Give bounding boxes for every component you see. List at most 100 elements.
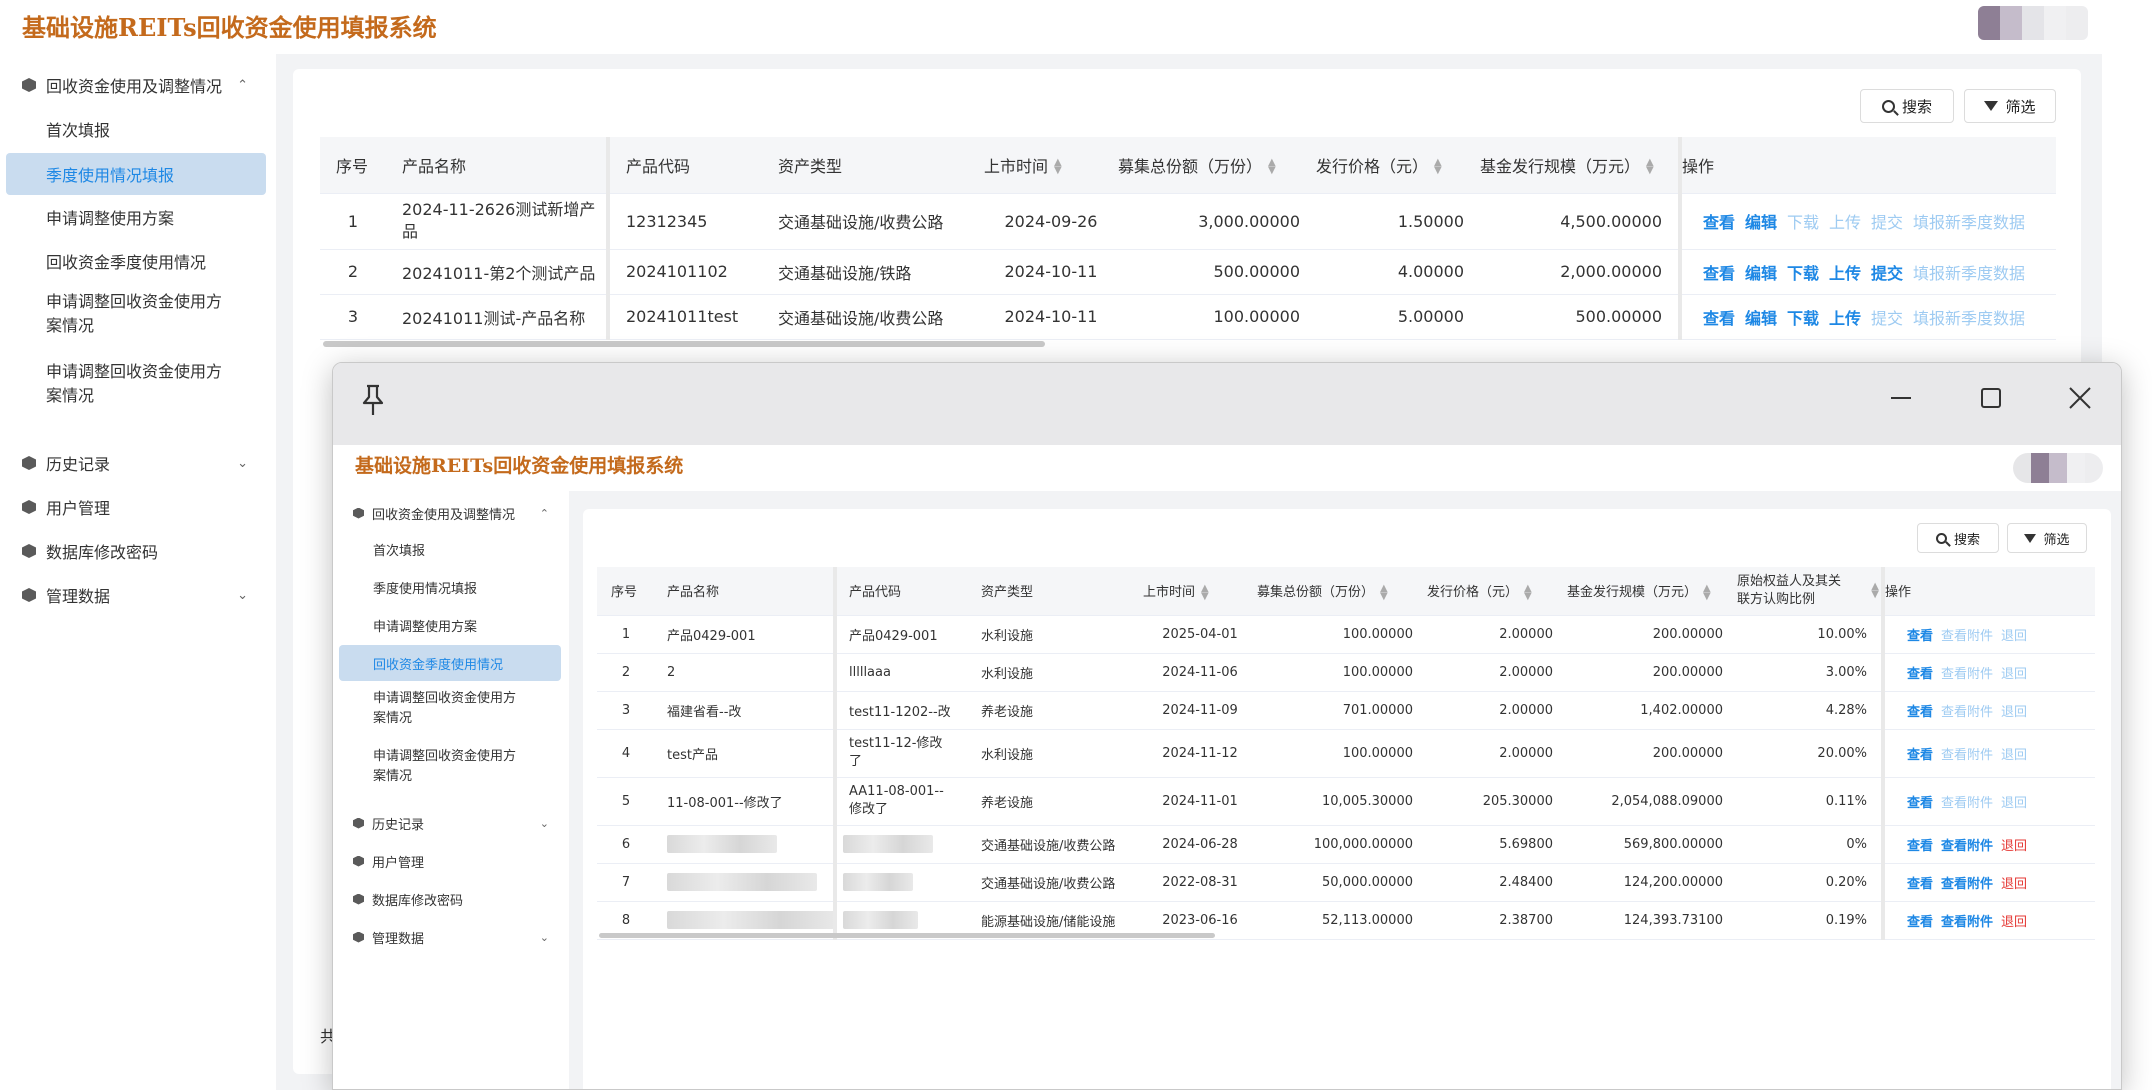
sidebar-item-quarterly-usage[interactable]: 回收资金季度使用情况 <box>46 240 206 282</box>
submit-link[interactable]: 提交 <box>1871 213 1903 232</box>
return-link[interactable]: 退回 <box>2001 796 2027 811</box>
download-link[interactable]: 下载 <box>1787 309 1819 328</box>
download-link[interactable]: 下载 <box>1787 264 1819 283</box>
sidebar-item-adjust-recovery-1[interactable]: 申请调整回收资金使用方 案情况 <box>373 689 516 729</box>
close-icon[interactable] <box>2067 385 2093 418</box>
edit-link[interactable]: 编辑 <box>1745 213 1777 232</box>
horizontal-scrollbar[interactable] <box>599 933 1215 938</box>
upload-link[interactable]: 上传 <box>1829 309 1861 328</box>
sidebar-group-recovery[interactable]: 回收资金使用及调整情况 ⌃ <box>22 64 248 106</box>
view-link[interactable]: 查看 <box>1907 748 1933 763</box>
sort-icon[interactable]: ▲ ▼ <box>1434 158 1442 176</box>
view-attachment-link[interactable]: 查看附件 <box>1941 667 1993 682</box>
minimize-icon[interactable] <box>1889 383 1913 420</box>
view-link[interactable]: 查看 <box>1907 877 1933 892</box>
edit-link[interactable]: 编辑 <box>1745 309 1777 328</box>
col-ratio[interactable]: 原始权益人及其关 联方认购比例 ▲ ▼ <box>1737 567 1883 616</box>
view-link[interactable]: 查看 <box>1907 629 1933 644</box>
sidebar-group-recovery[interactable]: 回收资金使用及调整情况 ⌃ <box>353 495 549 531</box>
filter-button[interactable]: 筛选 <box>2007 523 2087 553</box>
fill-quarter-link[interactable]: 填报新季度数据 <box>1913 309 2025 328</box>
sidebar-group-history[interactable]: 历史记录 ⌄ <box>353 805 549 841</box>
search-button[interactable]: 搜索 <box>1917 523 1999 553</box>
window-app-header: 基础设施REITs回收资金使用填报系统 <box>333 445 2121 491</box>
view-link[interactable]: 查看 <box>1703 309 1735 328</box>
return-link[interactable]: 退回 <box>2001 915 2027 930</box>
col-shares[interactable]: 募集总份额（万份） ▲ ▼ <box>1257 567 1427 616</box>
filter-button[interactable]: 筛选 <box>1964 89 2056 123</box>
col-date[interactable]: 上市时间 ▲ ▼ <box>1143 567 1257 616</box>
return-link[interactable]: 退回 <box>2001 667 2027 682</box>
sidebar-group-manage[interactable]: 管理数据 ⌄ <box>22 574 248 616</box>
sidebar-item-adjust-recovery-2[interactable]: 申请调整回收资金使用方 案情况 <box>46 360 222 408</box>
search-button[interactable]: 搜索 <box>1860 89 1954 123</box>
sidebar-group-manage[interactable]: 管理数据 ⌄ <box>353 919 549 955</box>
col-scale[interactable]: 基金发行规模（万元） ▲ ▼ <box>1480 137 1680 194</box>
view-link[interactable]: 查看 <box>1907 667 1933 682</box>
upload-link[interactable]: 上传 <box>1829 213 1861 232</box>
return-link[interactable]: 退回 <box>2001 629 2027 644</box>
view-link[interactable]: 查看 <box>1703 213 1735 232</box>
sort-icon[interactable]: ▲ ▼ <box>1054 158 1062 176</box>
return-link[interactable]: 退回 <box>2001 705 2027 720</box>
submit-link[interactable]: 提交 <box>1871 309 1903 328</box>
sidebar-item-adjust-recovery-2[interactable]: 申请调整回收资金使用方 案情况 <box>373 747 516 787</box>
col-price[interactable]: 发行价格（元） ▲ ▼ <box>1316 137 1480 194</box>
maximize-icon[interactable] <box>1979 385 2003 418</box>
avatar[interactable] <box>1978 6 2088 40</box>
cube-icon <box>353 931 364 943</box>
view-link[interactable]: 查看 <box>1907 796 1933 811</box>
sort-icon[interactable]: ▲ ▼ <box>1201 583 1209 601</box>
sidebar-item-adjust-recovery-1[interactable]: 申请调整回收资金使用方 案情况 <box>46 290 222 338</box>
view-attachment-link[interactable]: 查看附件 <box>1941 915 1993 930</box>
edit-link[interactable]: 编辑 <box>1745 264 1777 283</box>
avatar[interactable] <box>2013 453 2103 483</box>
table-row: 1 2024-11-2626测试新增产品 12312345 交通基础设施/收费公… <box>320 193 2056 250</box>
col-price[interactable]: 发行价格（元） ▲ ▼ <box>1427 567 1567 616</box>
col-scale[interactable]: 基金发行规模（万元） ▲ ▼ <box>1567 567 1737 616</box>
download-link[interactable]: 下载 <box>1787 213 1819 232</box>
view-link[interactable]: 查看 <box>1907 705 1933 720</box>
sort-icon[interactable]: ▲ ▼ <box>1646 158 1654 176</box>
fill-quarter-link[interactable]: 填报新季度数据 <box>1913 213 2025 232</box>
horizontal-scrollbar[interactable] <box>323 341 1045 347</box>
sidebar-item-users[interactable]: 用户管理 <box>353 843 424 879</box>
sidebar-item-quarterly-fill[interactable]: 季度使用情况填报 <box>373 569 477 605</box>
redacted-name <box>667 873 817 891</box>
col-shares[interactable]: 募集总份额（万份） ▲ ▼ <box>1118 137 1316 194</box>
view-attachment-link[interactable]: 查看附件 <box>1941 705 1993 720</box>
sort-icon[interactable]: ▲ ▼ <box>1524 583 1532 601</box>
sidebar-item-db-password[interactable]: 数据库修改密码 <box>22 530 158 572</box>
view-attachment-link[interactable]: 查看附件 <box>1941 839 1993 854</box>
upload-link[interactable]: 上传 <box>1829 264 1861 283</box>
sort-icon[interactable]: ▲ ▼ <box>1703 583 1711 601</box>
submit-link[interactable]: 提交 <box>1871 264 1903 283</box>
sidebar-item-adjust-plan[interactable]: 申请调整使用方案 <box>373 607 477 643</box>
sort-icon[interactable]: ▲ ▼ <box>1871 582 1879 600</box>
sort-icon[interactable]: ▲ ▼ <box>1268 158 1276 176</box>
window-titlebar[interactable] <box>333 363 2121 445</box>
sidebar-item-db-password[interactable]: 数据库修改密码 <box>353 881 463 917</box>
view-attachment-link[interactable]: 查看附件 <box>1941 748 1993 763</box>
view-attachment-link[interactable]: 查看附件 <box>1941 629 1993 644</box>
sidebar-item-first-fill[interactable]: 首次填报 <box>373 531 425 567</box>
return-link[interactable]: 退回 <box>2001 748 2027 763</box>
sidebar-item-quarterly-fill[interactable]: 季度使用情况填报 <box>6 153 266 195</box>
sidebar-group-history[interactable]: 历史记录 ⌄ <box>22 442 248 484</box>
view-attachment-link[interactable]: 查看附件 <box>1941 877 1993 892</box>
view-link[interactable]: 查看 <box>1907 915 1933 930</box>
col-date[interactable]: 上市时间 ▲ ▼ <box>984 137 1118 194</box>
return-link[interactable]: 退回 <box>2001 839 2027 854</box>
return-link[interactable]: 退回 <box>2001 877 2027 892</box>
view-attachment-link[interactable]: 查看附件 <box>1941 796 1993 811</box>
sidebar-item-adjust-plan[interactable]: 申请调整使用方案 <box>46 196 174 238</box>
view-link[interactable]: 查看 <box>1703 264 1735 283</box>
fill-quarter-link[interactable]: 填报新季度数据 <box>1913 264 2025 283</box>
pin-icon[interactable] <box>359 383 387 424</box>
sidebar-item-users[interactable]: 用户管理 <box>22 486 110 528</box>
chevron-down-icon: ⌄ <box>539 930 549 944</box>
sidebar-item-quarterly-usage[interactable]: 回收资金季度使用情况 <box>339 645 561 681</box>
sidebar-item-first-fill[interactable]: 首次填报 <box>46 108 110 150</box>
sort-icon[interactable]: ▲ ▼ <box>1380 583 1388 601</box>
view-link[interactable]: 查看 <box>1907 839 1933 854</box>
